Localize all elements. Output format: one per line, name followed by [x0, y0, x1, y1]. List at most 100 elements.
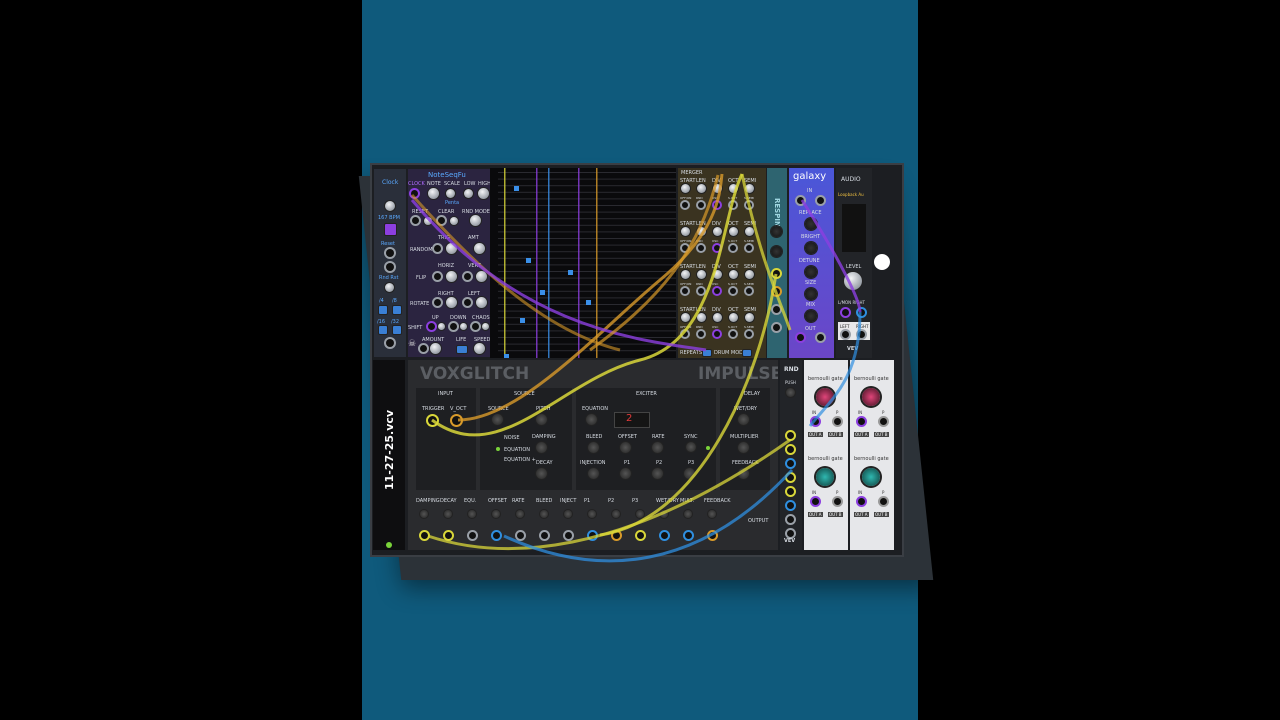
cv-attenuator-knob[interactable]	[468, 510, 476, 518]
respin-jack-1[interactable]	[773, 270, 780, 277]
lane-knob[interactable]	[681, 184, 690, 193]
cv-input-jack[interactable]	[517, 532, 524, 539]
repeats-button[interactable]	[702, 349, 712, 357]
lane-jack[interactable]	[746, 245, 752, 251]
rnd-module[interactable]: RND PUSH VEV	[780, 360, 802, 550]
cv-attenuator-knob[interactable]	[588, 510, 596, 518]
galaxy-in-r[interactable]	[817, 197, 824, 204]
down-jack[interactable]	[450, 323, 457, 330]
lane-jack[interactable]	[714, 331, 720, 337]
lane-jack[interactable]	[698, 245, 704, 251]
rnd-out-jack[interactable]	[787, 488, 794, 495]
clock-in-jack[interactable]	[411, 190, 418, 197]
offset-knob[interactable]	[620, 442, 631, 453]
equation-plus-option[interactable]: EQUATION +	[504, 457, 536, 463]
probability-knob-teal[interactable]	[816, 468, 834, 486]
impulse-module[interactable]: VOXGLITCH IMPULSE INPUT SOURCE EXCITER D…	[408, 360, 778, 550]
shift-jack[interactable]	[428, 323, 435, 330]
size-knob[interactable]	[805, 288, 817, 300]
low-knob[interactable]	[464, 189, 473, 198]
lane-knob[interactable]	[745, 227, 754, 236]
bernoulli-in-jack[interactable]	[858, 498, 865, 505]
respin-jack-3[interactable]	[773, 306, 780, 313]
noise-option[interactable]: NOISE	[504, 435, 519, 441]
pitch-knob[interactable]	[536, 414, 547, 425]
rnd-out-jack[interactable]	[787, 530, 794, 537]
amount-jack[interactable]	[420, 345, 427, 352]
lane-knob[interactable]	[729, 227, 738, 236]
cv-attenuator-knob[interactable]	[612, 510, 620, 518]
horiz-button[interactable]	[446, 271, 457, 282]
damping-knob[interactable]	[536, 442, 547, 453]
clear-button[interactable]	[450, 217, 458, 225]
equation-knob[interactable]	[586, 414, 597, 425]
cv-attenuator-knob[interactable]	[684, 510, 692, 518]
respin-knob-b[interactable]	[771, 246, 782, 257]
audio-module[interactable]: AUDIO Loopback Au LEVEL L/MON RIGHT LEFT…	[836, 168, 872, 358]
p2-knob[interactable]	[652, 468, 663, 479]
cv-input-jack[interactable]	[589, 532, 596, 539]
amt-knob[interactable]	[474, 243, 485, 254]
bernoulli-p-jack[interactable]	[834, 418, 841, 425]
galaxy-out-r[interactable]	[817, 334, 824, 341]
lane-knob[interactable]	[713, 184, 722, 193]
cv-input-jack[interactable]	[709, 532, 716, 539]
lane-knob[interactable]	[745, 313, 754, 322]
clock-reset-jack[interactable]	[386, 249, 394, 257]
rate-knob[interactable]	[652, 442, 663, 453]
probability-knob-teal[interactable]	[862, 468, 880, 486]
sync-button[interactable]	[686, 442, 696, 452]
lane-knob[interactable]	[697, 270, 706, 279]
cv-attenuator-knob[interactable]	[660, 510, 668, 518]
lane-knob[interactable]	[745, 270, 754, 279]
detune-knob[interactable]	[805, 266, 817, 278]
lane-jack[interactable]	[746, 331, 752, 337]
lane-jack[interactable]	[682, 202, 688, 208]
equation-option[interactable]: EQUATION	[504, 447, 530, 453]
vert-button[interactable]	[476, 271, 487, 282]
lane-knob[interactable]	[697, 313, 706, 322]
lane-jack[interactable]	[698, 288, 704, 294]
lane-knob[interactable]	[729, 184, 738, 193]
bernoulli-gate-module[interactable]: bernoulli gate IN P OUT A OUT B bernoulli gat…	[804, 360, 848, 550]
trigger-jack[interactable]	[428, 416, 437, 425]
note-knob[interactable]	[428, 188, 439, 199]
up-button[interactable]	[438, 323, 445, 330]
flip-jack[interactable]	[434, 273, 441, 280]
respin-knob-a[interactable]	[771, 226, 782, 237]
bernoulli-p-jack[interactable]	[880, 498, 887, 505]
clock-out-jack[interactable]	[386, 263, 394, 271]
vert-jack[interactable]	[464, 273, 471, 280]
bernoulli-p-jack[interactable]	[834, 498, 841, 505]
injection-knob[interactable]	[588, 468, 599, 479]
cv-attenuator-knob[interactable]	[516, 510, 524, 518]
audio-in-l[interactable]	[842, 309, 849, 316]
random-jack[interactable]	[434, 245, 441, 252]
replace-knob[interactable]	[805, 218, 817, 230]
lane-knob[interactable]	[729, 313, 738, 322]
speed-knob[interactable]	[474, 343, 485, 354]
cv-attenuator-knob[interactable]	[420, 510, 428, 518]
cv-attenuator-knob[interactable]	[492, 510, 500, 518]
reset-jack[interactable]	[412, 217, 419, 224]
respin-jack-2[interactable]	[773, 288, 780, 295]
clear-jack[interactable]	[438, 217, 445, 224]
rnd-out-jack[interactable]	[787, 432, 794, 439]
life-toggle[interactable]	[456, 345, 468, 354]
cv-input-jack[interactable]	[541, 532, 548, 539]
lane-jack[interactable]	[730, 245, 736, 251]
p1-knob[interactable]	[620, 468, 631, 479]
lane-knob[interactable]	[681, 270, 690, 279]
rotate-jack[interactable]	[434, 299, 441, 306]
audio-in-r[interactable]	[858, 309, 865, 316]
lane-knob[interactable]	[713, 270, 722, 279]
amount-knob[interactable]	[430, 343, 441, 354]
reset-button[interactable]	[424, 217, 432, 225]
cv-attenuator-knob[interactable]	[636, 510, 644, 518]
clock-run-button[interactable]	[384, 223, 397, 236]
clock-knob[interactable]	[385, 201, 395, 211]
lane-jack[interactable]	[730, 202, 736, 208]
high-knob[interactable]	[478, 188, 489, 199]
lane-jack[interactable]	[714, 202, 720, 208]
wetdry-knob[interactable]	[738, 414, 749, 425]
